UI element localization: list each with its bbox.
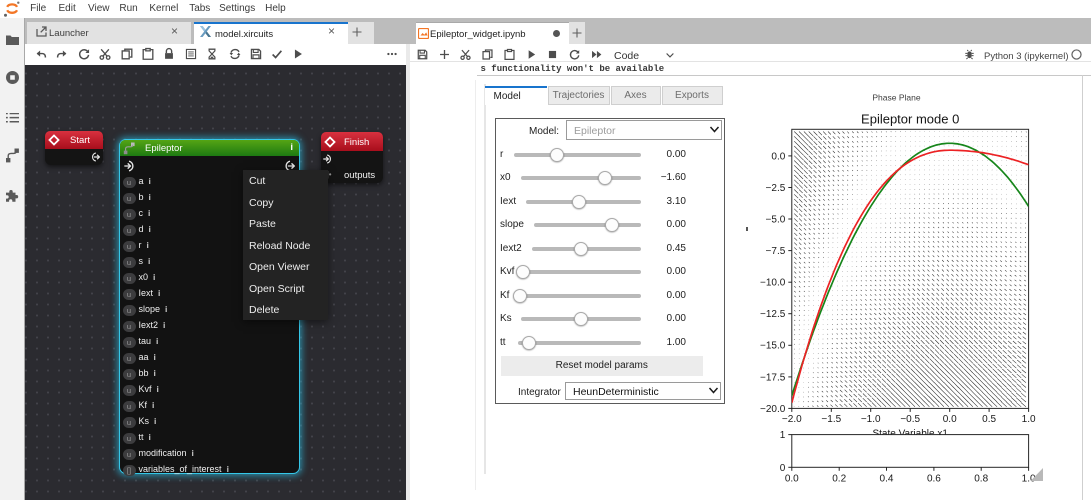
svg-text:0.8: 0.8 [974,473,988,484]
svg-text:0.0: 0.0 [943,414,957,425]
svg-text:−2.0: −2.0 [782,414,802,425]
svg-text:−1.0: −1.0 [861,414,881,425]
svg-text:0.0: 0.0 [785,473,799,484]
svg-text:Phase Plane: Phase Plane [872,93,920,103]
svg-text:Epileptor mode 0: Epileptor mode 0 [861,112,959,127]
svg-text:1.0: 1.0 [1022,414,1036,425]
svg-text:0.5: 0.5 [982,414,996,425]
svg-text:−0.5: −0.5 [900,414,920,425]
svg-text:−10.0: −10.0 [760,278,786,289]
svg-text:−7.5: −7.5 [766,246,786,257]
svg-text:−15.0: −15.0 [760,341,786,352]
svg-text:−5.0: −5.0 [766,214,786,225]
svg-text:−17.5: −17.5 [760,372,786,383]
svg-text:1: 1 [780,430,786,441]
svg-text:0: 0 [780,463,786,474]
svg-text:0.2: 0.2 [832,473,846,484]
svg-text:0.0: 0.0 [771,151,785,162]
svg-text:0.6: 0.6 [927,473,941,484]
svg-text:0.4: 0.4 [880,473,894,484]
svg-text:−12.5: −12.5 [760,309,786,320]
svg-text:−2.5: −2.5 [766,183,786,194]
svg-text:−1.5: −1.5 [821,414,841,425]
